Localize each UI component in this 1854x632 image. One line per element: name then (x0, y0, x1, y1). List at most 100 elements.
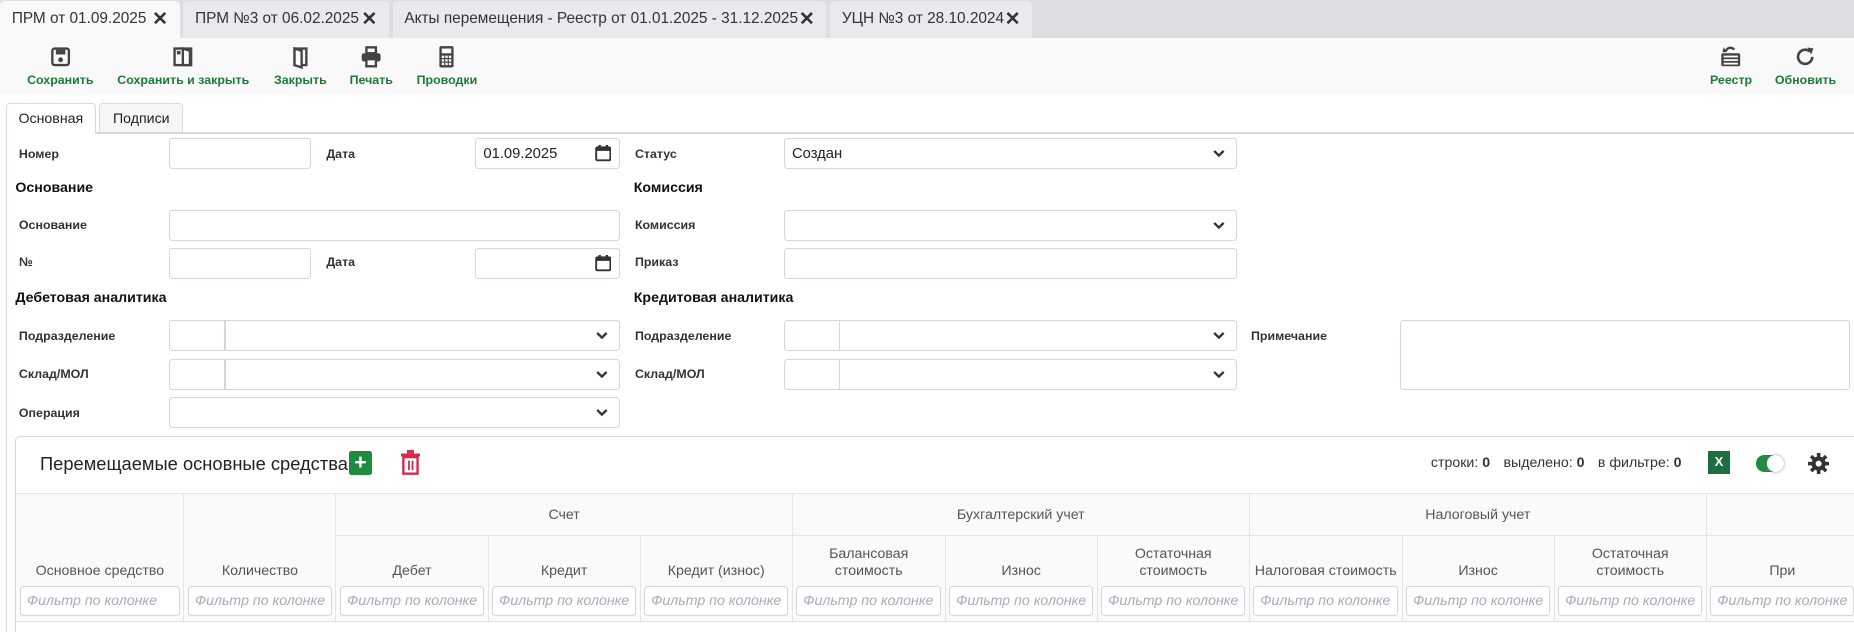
column-header[interactable]: Количество Фильтр по колонке (183, 535, 337, 622)
commission-select[interactable] (783, 210, 1237, 242)
order-input[interactable] (783, 248, 1237, 280)
close-icon[interactable]: ✕ (152, 8, 168, 31)
delete-row-button[interactable] (400, 450, 420, 476)
save-label: Сохранить (27, 73, 94, 88)
close-icon[interactable]: ✕ (799, 8, 815, 31)
column-filter-input[interactable]: Фильтр по колонке (187, 586, 332, 616)
print-label: Печать (349, 73, 393, 88)
date-value: 01.09.2025 (483, 145, 558, 162)
debit-warehouse-label: Склад/МОЛ (18, 366, 89, 381)
registry-label: Реестр (1709, 73, 1753, 88)
column-label: При (1769, 562, 1796, 579)
group-account: Счет (335, 492, 793, 536)
column-header[interactable]: Балансовая стоимость Фильтр по колонке (792, 535, 946, 622)
column-filter-input[interactable]: Фильтр по колонке (644, 586, 789, 616)
column-filter-input[interactable]: Фильтр по колонке (1406, 586, 1551, 616)
save-close-icon (173, 46, 193, 67)
column-header[interactable]: Остаточная стоимость Фильтр по колонке (1097, 535, 1250, 622)
assets-table: Счет Бухгалтерский учет Налоговый учет О… (16, 492, 1854, 631)
column-filter-input[interactable]: Фильтр по колонке (1558, 586, 1703, 616)
column-label: Налоговая стоимость (1254, 562, 1397, 579)
printer-icon (361, 46, 381, 68)
column-header[interactable]: Основное средство Фильтр по колонке (16, 535, 185, 622)
column-header[interactable]: Износ Фильтр по колонке (1402, 535, 1555, 622)
doc-tab-registry[interactable]: Акты перемещения - Реестр от 01.01.2025 … (392, 1, 827, 38)
excel-icon: X (1714, 454, 1724, 470)
number-label: Номер (18, 146, 59, 161)
credit-department-select[interactable] (783, 320, 1237, 352)
form-tab-main[interactable]: Основная (5, 102, 96, 134)
note-textarea[interactable] (1399, 320, 1851, 391)
save-and-close-button[interactable]: Сохранить и закрыть (117, 45, 249, 87)
refresh-icon (1797, 47, 1814, 66)
group-tax: Налоговый учет (1249, 492, 1707, 536)
column-filter-input[interactable]: Фильтр по колонке (796, 586, 942, 616)
debit-department-select[interactable] (169, 320, 620, 352)
column-header[interactable]: Кредит Фильтр по колонке (488, 535, 641, 622)
credit-warehouse-label: Склад/МОЛ (634, 366, 705, 381)
close-icon[interactable]: ✕ (1005, 8, 1021, 31)
save-button[interactable]: Сохранить (27, 45, 94, 88)
column-header[interactable]: При Фильтр по колонке (1706, 535, 1854, 622)
column-filter-input[interactable]: Фильтр по колонке (1253, 586, 1399, 616)
column-filter-input[interactable]: Фильтр по колонке (1101, 586, 1246, 616)
refresh-button[interactable]: Обновить (1775, 45, 1836, 87)
print-button[interactable]: Печать (350, 45, 393, 87)
assets-table-panel: Перемещаемые основные средства + строки:… (15, 436, 1854, 632)
column-filter-input[interactable]: Фильтр по колонке (1710, 586, 1854, 616)
commission-label: Комиссия (634, 217, 696, 232)
column-label: Дебет (392, 562, 432, 579)
chevron-down-icon (1213, 150, 1225, 158)
column-header[interactable]: Износ Фильтр по колонке (945, 535, 1098, 622)
status-value: Создан (792, 145, 843, 162)
tab-label: УЦН №3 от 28.10.2024 (841, 10, 1004, 28)
debit-warehouse-select[interactable] (169, 359, 620, 391)
basis-label: Основание (18, 217, 87, 232)
number-input[interactable] (169, 138, 311, 170)
operation-select[interactable] (169, 397, 620, 429)
calendar-icon[interactable] (595, 255, 612, 272)
postings-button[interactable]: Проводки (417, 45, 477, 87)
calendar-icon[interactable] (595, 145, 612, 162)
settings-gear-icon[interactable] (1807, 452, 1829, 474)
toggle-switch[interactable] (1755, 455, 1785, 472)
registry-button[interactable]: Реестр (1710, 45, 1752, 87)
credit-warehouse-select[interactable] (783, 359, 1237, 391)
debit-department-label: Подразделение (18, 328, 116, 343)
divider (5, 132, 1854, 134)
date-label: Дата (326, 146, 356, 161)
operation-label: Операция (18, 405, 80, 420)
close-button[interactable]: Закрыть (274, 45, 327, 87)
doc-tab-prm-3[interactable]: ПРМ №3 от 06.02.2025 ✕ (183, 1, 389, 38)
basis-number-input[interactable] (169, 248, 311, 280)
doc-tab-prm-01-09-2025[interactable]: ПРМ от 01.09.2025 ✕ (0, 1, 180, 38)
column-header[interactable]: Остаточная стоимость Фильтр по колонке (1554, 535, 1707, 622)
column-label: Основное средство (35, 562, 165, 579)
column-filter-input[interactable]: Фильтр по колонке (340, 586, 485, 616)
add-row-button[interactable]: + (348, 450, 373, 476)
column-filter-input[interactable]: Фильтр по колонке (492, 586, 637, 616)
basis-date-input[interactable] (475, 248, 620, 280)
tab-label: ПРМ от 01.09.2025 (11, 10, 147, 28)
date-input[interactable]: 01.09.2025 (475, 138, 620, 170)
column-label: Износ (1001, 562, 1041, 579)
status-label: Статус (634, 146, 677, 161)
plus-icon: + (354, 450, 367, 475)
credit-department-label: Подразделение (634, 328, 732, 343)
doc-tab-ucn-3[interactable]: УЦН №3 от 28.10.2024 ✕ (830, 1, 1033, 38)
column-filter-input[interactable]: Фильтр по колонке (949, 586, 1094, 616)
refresh-label: Обновить (1774, 73, 1837, 88)
basis-input[interactable] (169, 210, 620, 242)
close-icon[interactable]: ✕ (361, 8, 377, 31)
column-header[interactable]: Дебет Фильтр по колонке (335, 535, 489, 622)
form-tab-signatures[interactable]: Подписи (99, 102, 184, 134)
excel-export-button[interactable]: X (1708, 451, 1730, 474)
chevron-down-icon (596, 371, 608, 379)
column-header[interactable]: Кредит (износ) Фильтр по колонке (640, 535, 793, 622)
chevron-down-icon (1213, 222, 1225, 230)
calculator-icon (439, 46, 455, 68)
trash-icon (400, 450, 420, 476)
column-filter-input[interactable]: Фильтр по колонке (19, 586, 180, 616)
status-select[interactable]: Создан (783, 138, 1237, 170)
column-header[interactable]: Налоговая стоимость Фильтр по колонке (1249, 535, 1403, 622)
